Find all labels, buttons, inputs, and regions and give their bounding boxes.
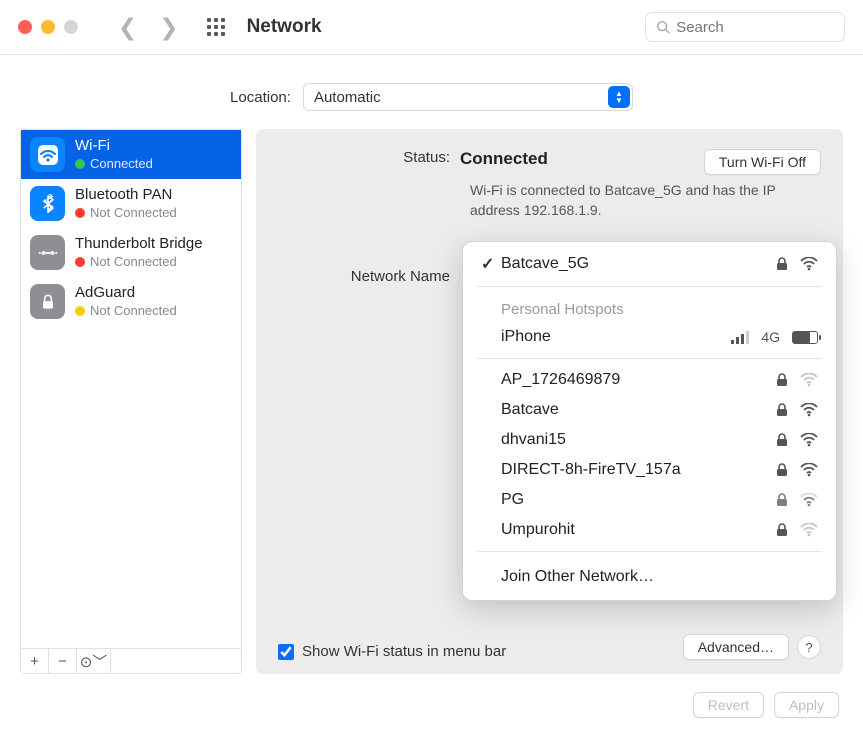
- revert-button[interactable]: Revert: [693, 692, 764, 718]
- select-stepper-icon: ▲▼: [608, 86, 630, 108]
- network-name: Umpurohit: [501, 521, 776, 539]
- network-item[interactable]: Batcave: [463, 395, 836, 425]
- sidebar-footer: + − ⊙﹀: [21, 648, 241, 673]
- minimize-window-button[interactable]: [41, 20, 55, 34]
- window-footer: Revert Apply: [0, 674, 863, 718]
- status-dot-icon: [75, 159, 85, 169]
- sidebar-item-label: AdGuard: [75, 284, 177, 303]
- wifi-signal-icon: [800, 523, 818, 537]
- lock-icon: [776, 523, 788, 537]
- network-item[interactable]: PG: [463, 485, 836, 515]
- titlebar: ❮ ❯ Network: [0, 0, 863, 55]
- sidebar-item-label: Wi-Fi: [75, 137, 153, 156]
- status-description: Wi-Fi is connected to Batcave_5G and has…: [470, 181, 790, 220]
- help-button[interactable]: ?: [797, 635, 821, 659]
- forward-button[interactable]: ❯: [159, 14, 178, 41]
- maximize-window-button: [64, 20, 78, 34]
- service-actions-button[interactable]: ⊙﹀: [77, 649, 111, 673]
- show-all-icon[interactable]: [207, 18, 225, 36]
- advanced-button[interactable]: Advanced…: [683, 634, 789, 660]
- sidebar-item-status: Not Connected: [90, 254, 177, 270]
- wifi-signal-icon: [800, 463, 818, 477]
- thunderbolt-icon: [30, 235, 65, 270]
- wifi-signal-icon: [800, 257, 818, 271]
- search-icon: [656, 19, 670, 35]
- detail-pane: Status: Connected Turn Wi-Fi Off Wi-Fi i…: [256, 129, 843, 674]
- lock-icon: [776, 257, 788, 271]
- lock-icon: [776, 463, 788, 477]
- add-service-button[interactable]: +: [21, 649, 49, 673]
- sidebar-item-wifi[interactable]: Wi-Fi Connected: [21, 130, 241, 179]
- sidebar-item-status: Connected: [90, 156, 153, 172]
- sidebar-item-label: Bluetooth PAN: [75, 186, 177, 205]
- window-title: Network: [247, 16, 322, 38]
- search-field[interactable]: [645, 12, 845, 42]
- network-item[interactable]: dhvani15: [463, 425, 836, 455]
- network-name-dropdown[interactable]: ✓ Batcave_5G Personal Hotspots iPhone 4G: [462, 241, 837, 601]
- join-other-network-item[interactable]: Join Other Network…: [463, 558, 836, 594]
- sidebar-item-thunderbolt-bridge[interactable]: Thunderbolt Bridge Not Connected: [21, 228, 241, 277]
- sidebar-item-label: Thunderbolt Bridge: [75, 235, 203, 254]
- wifi-signal-icon: [800, 373, 818, 387]
- bluetooth-icon: [30, 186, 65, 221]
- wifi-signal-icon: [800, 403, 818, 417]
- apply-button[interactable]: Apply: [774, 692, 839, 718]
- battery-icon: [792, 331, 818, 344]
- window-controls: [18, 20, 78, 34]
- search-input[interactable]: [676, 19, 834, 36]
- remove-service-button[interactable]: −: [49, 649, 77, 673]
- network-name: Batcave: [501, 401, 776, 419]
- sidebar-item-adguard[interactable]: AdGuard Not Connected: [21, 277, 241, 326]
- wifi-signal-icon: [800, 493, 818, 507]
- close-window-button[interactable]: [18, 20, 32, 34]
- location-label: Location:: [230, 89, 291, 106]
- lock-icon: [776, 403, 788, 417]
- network-item-hotspot[interactable]: iPhone 4G: [463, 322, 836, 352]
- wifi-signal-icon: [800, 433, 818, 447]
- network-name: PG: [501, 491, 776, 509]
- lock-icon: [776, 373, 788, 387]
- location-value: Automatic: [314, 89, 381, 106]
- location-select[interactable]: Automatic ▲▼: [303, 83, 633, 111]
- lock-icon: [30, 284, 65, 319]
- sidebar-item-status: Not Connected: [90, 205, 177, 221]
- network-name: Batcave_5G: [501, 255, 776, 273]
- sidebar-item-status: Not Connected: [90, 303, 177, 319]
- lock-icon: [776, 433, 788, 447]
- personal-hotspots-header: Personal Hotspots: [463, 293, 836, 322]
- network-item-current[interactable]: ✓ Batcave_5G: [463, 248, 836, 280]
- status-dot-icon: [75, 257, 85, 267]
- cellular-type: 4G: [761, 329, 780, 345]
- network-name: AP_1726469879: [501, 371, 776, 389]
- status-label: Status:: [278, 149, 460, 166]
- network-name-label: Network Name: [278, 268, 460, 285]
- turn-wifi-off-button[interactable]: Turn Wi-Fi Off: [704, 149, 821, 175]
- services-sidebar: Wi-Fi Connected Bluetooth PAN Not Connec…: [20, 129, 242, 674]
- network-name: iPhone: [501, 328, 731, 346]
- location-row: Location: Automatic ▲▼: [0, 55, 863, 129]
- network-item[interactable]: DIRECT-8h-FireTV_157a: [463, 455, 836, 485]
- sidebar-item-bluetooth-pan[interactable]: Bluetooth PAN Not Connected: [21, 179, 241, 228]
- status-dot-icon: [75, 306, 85, 316]
- network-item[interactable]: AP_1726469879: [463, 365, 836, 395]
- checkmark-icon: ✓: [481, 254, 501, 274]
- wifi-icon: [30, 137, 65, 172]
- nav-buttons: ❮ ❯: [118, 14, 179, 41]
- back-button[interactable]: ❮: [118, 14, 137, 41]
- show-wifi-status-label: Show Wi-Fi status in menu bar: [302, 643, 506, 660]
- lock-icon: [776, 493, 788, 507]
- cellular-bars-icon: [731, 330, 749, 344]
- status-value: Connected: [460, 149, 548, 169]
- network-item[interactable]: Umpurohit: [463, 515, 836, 545]
- network-name: dhvani15: [501, 431, 776, 449]
- show-wifi-status-checkbox[interactable]: [278, 644, 294, 660]
- network-name: DIRECT-8h-FireTV_157a: [501, 461, 776, 479]
- status-dot-icon: [75, 208, 85, 218]
